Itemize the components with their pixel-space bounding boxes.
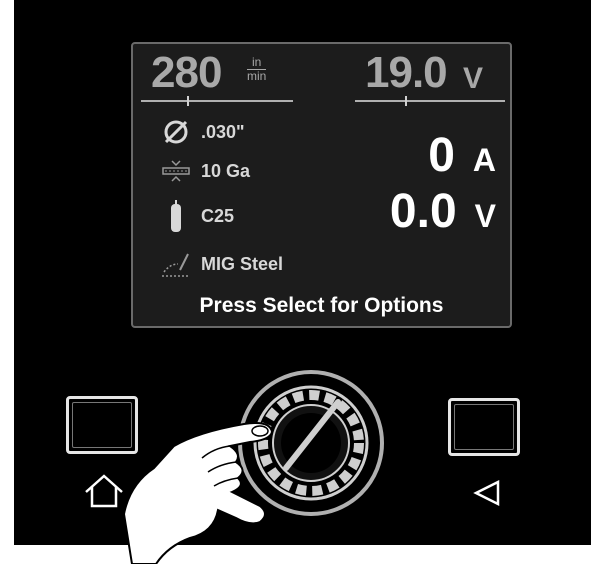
voltage-setting-slider-marker [405, 96, 407, 106]
voltage-value: 0.0 [389, 185, 457, 238]
back-button[interactable] [448, 398, 520, 456]
gas-row: C25 [159, 200, 234, 232]
process-label: MIG Steel [201, 253, 284, 274]
wire-feed-speed-slider-marker [187, 96, 189, 106]
amperage-unit: A [472, 142, 496, 178]
gas-cylinder-icon [159, 200, 193, 232]
lcd-display: 280 in min 19.0 V .030" 10 Ga C25 MIG St… [131, 42, 512, 328]
voltage-setting-value: 19.0 [365, 48, 448, 97]
back-triangle-icon [472, 478, 502, 508]
voltage-setting-slider [355, 96, 505, 106]
amperage-value: 0 [428, 129, 455, 182]
wire-feed-speed-unit: in min [247, 55, 267, 83]
wfs-unit-bottom: min [247, 69, 267, 83]
wire-feed-speed-slider [141, 96, 293, 106]
amperage-readout: 0A [428, 128, 496, 183]
material-thickness-row: 10 Ga [159, 160, 250, 182]
mig-torch-icon [159, 250, 193, 278]
control-panel: 280 in min 19.0 V .030" 10 Ga C25 MIG St… [14, 0, 591, 564]
wire-diameter-icon [159, 118, 193, 146]
thickness-icon [159, 160, 193, 182]
voltage-readout: 0.0 V [390, 184, 496, 239]
wfs-unit-top: in [252, 55, 262, 69]
wire-diameter-label: .030" [201, 121, 245, 142]
voltage-setting-unit: V [463, 62, 484, 95]
hand-pointer-illustration [110, 414, 290, 564]
select-options-prompt: Press Select for Options [199, 294, 444, 317]
gas-label: C25 [201, 205, 235, 226]
back-button-face [454, 404, 514, 450]
material-thickness-label: 10 Ga [201, 160, 251, 181]
process-row: MIG Steel [159, 250, 283, 278]
wire-feed-speed-value: 280 [151, 48, 222, 97]
wire-diameter-row: .030" [159, 118, 245, 146]
voltage-unit: V [474, 198, 496, 234]
